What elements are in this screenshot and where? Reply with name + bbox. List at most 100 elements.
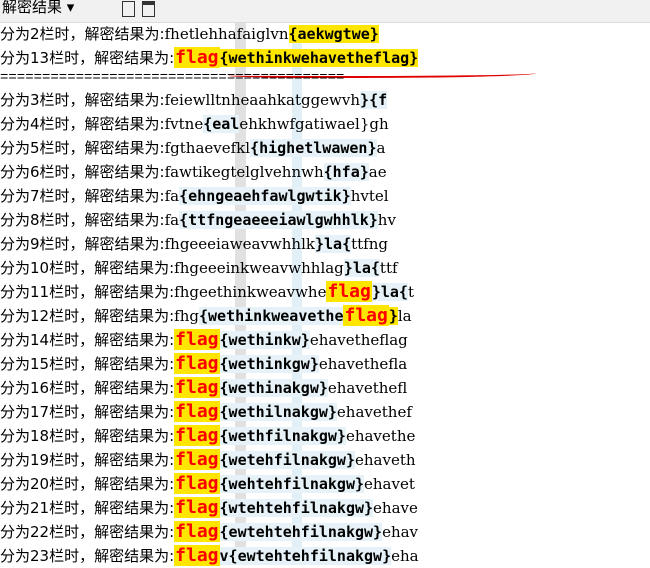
result-text: fhgeeeinkweavwhhlag xyxy=(174,259,344,277)
brace-segment: {aekwgtwe} xyxy=(288,25,379,43)
result-prefix-label: 解密结果为: xyxy=(94,307,175,325)
column-count-label: 分为17栏时， xyxy=(0,403,95,421)
result-line: 分为22栏时，解密结果为:flag{ewtehtehfilnakgw}ehav xyxy=(0,520,650,544)
result-text: fa xyxy=(164,187,180,205)
result-prefix-label: 解密结果为: xyxy=(84,139,165,157)
result-prefix-label: 解密结果为: xyxy=(94,283,175,301)
column-count-label: 分为3栏时， xyxy=(0,91,85,109)
column-count-label: 分为23栏时， xyxy=(0,547,95,565)
result-prefix-label: 解密结果为: xyxy=(94,355,175,373)
column-count-label: 分为13栏时， xyxy=(0,49,95,67)
result-tail: ttf xyxy=(379,259,398,277)
result-line: 分为13栏时，解密结果为:flag{wethinkwehavetheflag} xyxy=(0,46,650,70)
result-line: 分为21栏时，解密结果为:flag{wtehtehfilnakgw}ehave xyxy=(0,496,650,520)
column-count-label: 分为11栏时， xyxy=(0,283,95,301)
document-icon[interactable] xyxy=(122,1,135,17)
result-line: 分为15栏时，解密结果为:flag{wethinkgw}ehavethefla xyxy=(0,352,650,376)
brace-segment: {ehngeaehfawlgwtik} xyxy=(179,187,351,205)
flag-highlight: flag xyxy=(174,47,220,68)
result-prefix-label: 解密结果为: xyxy=(94,523,175,541)
result-tail: ehavethe xyxy=(345,427,416,445)
result-text: fawtikegtelglvehnwh xyxy=(164,163,324,181)
column-count-label: 分为14栏时， xyxy=(0,331,95,349)
result-prefix-label: 解密结果为: xyxy=(84,211,165,229)
brace-segment: {ewtehtehfilnakgw} xyxy=(219,523,383,541)
brace-segment: {wetehfilnakgw} xyxy=(219,451,355,469)
column-count-label: 分为16栏时， xyxy=(0,379,95,397)
result-line: 分为16栏时，解密结果为:flag{wethinakgw}ehavethefl xyxy=(0,376,650,400)
flag-highlight: flag xyxy=(174,497,220,518)
result-tail: hvtel xyxy=(350,187,389,205)
result-prefix-label: 解密结果为: xyxy=(84,235,165,253)
flag-highlight: flag xyxy=(174,449,220,470)
brace-segment: {wethinkwehavetheflag} xyxy=(219,49,419,67)
result-tail: ehavet xyxy=(364,475,415,493)
column-count-label: 分为18栏时， xyxy=(0,427,95,445)
flag-highlight: flag xyxy=(174,353,220,374)
result-tail: la xyxy=(397,307,412,325)
save-icon[interactable] xyxy=(142,1,155,17)
result-prefix-label: 解密结果为: xyxy=(84,25,165,43)
column-count-label: 分为8栏时， xyxy=(0,211,85,229)
result-text: fhgeethinkweavwhe xyxy=(174,283,327,301)
brace-segment: {wethinkgw} xyxy=(219,355,319,373)
result-tail: ehkhwfgatiwael}gh xyxy=(239,115,389,133)
result-line: 分为8栏时，解密结果为:fa{ttfngeaeeeiawlgwhhlk}hv xyxy=(0,208,650,232)
result-text: fhetlehhafaiglvn xyxy=(164,25,289,43)
result-tail: ehavetheflag xyxy=(309,331,408,349)
result-prefix-label: 解密结果为: xyxy=(94,259,175,277)
result-tail: ehav xyxy=(382,523,419,541)
result-prefix-label: 解密结果为: xyxy=(94,49,175,67)
column-count-label: 分为10栏时， xyxy=(0,259,95,277)
result-line: 分为10栏时，解密结果为:fhgeeeinkweavwhhlag}la{ttf xyxy=(0,256,650,280)
result-line: 分为12栏时，解密结果为:fhg{wethinkweavetheflag}la xyxy=(0,304,650,328)
brace-segment: v{ewtehtehfilnakgw} xyxy=(219,547,392,565)
result-line: 分为14栏时，解密结果为:flag{wethinkw}ehavetheflag xyxy=(0,328,650,352)
separator-line: ========================================… xyxy=(0,70,650,88)
result-text: fa xyxy=(164,211,180,229)
output-toolbar: 解密结果 ▾ xyxy=(0,0,650,23)
brace-segment: {wehtehfilnakgw} xyxy=(219,475,365,493)
result-tail: ehave xyxy=(373,499,418,517)
result-tail: ehavethefl xyxy=(327,379,408,397)
result-text: fgthaevefkl xyxy=(164,139,251,157)
result-line: 分为6栏时，解密结果为:fawtikegtelglvehnwh{hfa}ae xyxy=(0,160,650,184)
brace-segment: {highetlwawen} xyxy=(250,139,377,157)
result-tail: a xyxy=(376,139,386,157)
result-line: 分为3栏时，解密结果为:feiewlltnheaahkatggewvh}{f xyxy=(0,88,650,112)
brace-segment: {ttfngeaeeeiawlgwhhlk} xyxy=(179,211,378,229)
column-count-label: 分为5栏时， xyxy=(0,139,85,157)
result-text: fvtne xyxy=(164,115,204,133)
separator-text: ========================================… xyxy=(0,70,345,86)
column-count-label: 分为20栏时， xyxy=(0,475,95,493)
result-line: 分为20栏时，解密结果为:flag{wehtehfilnakgw}ehavet xyxy=(0,472,650,496)
result-line: 分为19栏时，解密结果为:flag{wetehfilnakgw}ehaveth xyxy=(0,448,650,472)
result-prefix-label: 解密结果为: xyxy=(94,547,175,565)
result-prefix-label: 解密结果为: xyxy=(84,163,165,181)
result-text: fhgeeeiaweavwhhlk xyxy=(164,235,315,253)
result-prefix-label: 解密结果为: xyxy=(84,115,165,133)
result-text: fhg xyxy=(174,307,199,325)
result-line: 分为9栏时，解密结果为:fhgeeeiaweavwhhlk}la{ttfng xyxy=(0,232,650,256)
result-prefix-label: 解密结果为: xyxy=(94,331,175,349)
column-count-label: 分为6栏时， xyxy=(0,163,85,181)
result-prefix-label: 解密结果为: xyxy=(94,451,175,469)
decryption-output: 分为2栏时，解密结果为:fhetlehhafaiglvn{aekwgtwe} 分为… xyxy=(0,22,650,568)
column-count-label: 分为2栏时， xyxy=(0,25,85,43)
flag-highlight: flag xyxy=(174,401,220,422)
brace-segment: {wtehtehfilnakgw} xyxy=(219,499,374,517)
brace-segment: }la{ xyxy=(343,259,380,277)
brace-segment: }la{ xyxy=(371,283,408,301)
result-line: 分为2栏时，解密结果为:fhetlehhafaiglvn{aekwgtwe} xyxy=(0,22,650,46)
result-prefix-label: 解密结果为: xyxy=(94,427,175,445)
brace-segment-close: } xyxy=(388,307,398,325)
output-panel-title[interactable]: 解密结果 ▾ xyxy=(2,0,74,17)
result-line: 分为4栏时，解密结果为:fvtne{ealehkhwfgatiwael}gh xyxy=(0,112,650,136)
result-line: 分为18栏时，解密结果为:flag{wethfilnakgw}ehavethe xyxy=(0,424,650,448)
flag-highlight: flag xyxy=(174,521,220,542)
brace-segment: {eal xyxy=(203,115,240,133)
result-line: 分为5栏时，解密结果为:fgthaevefkl{highetlwawen}a xyxy=(0,136,650,160)
flag-highlight: flag xyxy=(174,329,220,350)
result-tail: ttfng xyxy=(351,235,388,253)
flag-highlight: flag xyxy=(174,377,220,398)
